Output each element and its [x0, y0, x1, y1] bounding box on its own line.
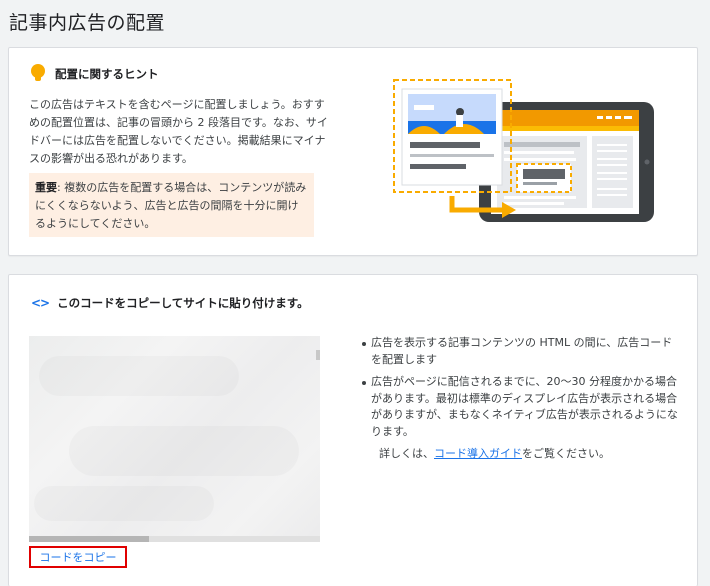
horizontal-scrollbar[interactable]	[29, 536, 320, 542]
code-guide-link[interactable]: コード導入ガイド	[434, 447, 522, 460]
details-text: 詳しくは、コード導入ガイドをご覧ください。	[379, 445, 610, 461]
placement-illustration	[393, 79, 654, 222]
lightbulb-icon	[31, 64, 45, 84]
code-header: <> このコードをコピーしてサイトに貼り付けます。	[31, 295, 309, 311]
code-section-title: このコードをコピーしてサイトに貼り付けます。	[57, 296, 309, 310]
vertical-scrollbar[interactable]	[316, 350, 320, 360]
ad-code-textarea[interactable]	[29, 336, 320, 542]
placement-hint-card: 配置に関するヒント この広告はテキストを含むページに配置しましょう。おすすめの配…	[8, 47, 698, 256]
code-brackets-icon: <>	[31, 296, 50, 310]
copy-code-button[interactable]: コードをコピー	[29, 546, 127, 568]
page-title: 記事内広告の配置	[9, 12, 166, 34]
details-prefix: 詳しくは、	[379, 447, 434, 460]
important-label: 重要	[35, 181, 57, 194]
list-item: 広告を表示する記事コンテンツの HTML の間に、広告コードを配置します	[361, 335, 681, 368]
hint-title: 配置に関するヒント	[55, 67, 159, 81]
hint-body: この広告はテキストを含むページに配置しましょう。おすすめの配置位置は、記事の冒頭…	[29, 98, 328, 165]
important-text: : 複数の広告を配置する場合は、コンテンツが読みにくくならないよう、広告と広告の…	[35, 181, 307, 230]
instructions-list: 広告を表示する記事コンテンツの HTML の間に、広告コードを配置します 広告が…	[361, 335, 681, 446]
ad-code-card: <> このコードをコピーしてサイトに貼り付けます。 コードをコピー 広告を表示す…	[8, 274, 698, 586]
important-note: 重要: 複数の広告を配置する場合は、コンテンツが読みにくくならないよう、広告と広…	[29, 173, 314, 237]
details-suffix: をご覧ください。	[522, 447, 610, 460]
list-item: 広告がページに配信されるまでに、20〜30 分程度かかる場合があります。最初は標…	[361, 374, 681, 440]
hint-header: 配置に関するヒント	[31, 64, 159, 84]
